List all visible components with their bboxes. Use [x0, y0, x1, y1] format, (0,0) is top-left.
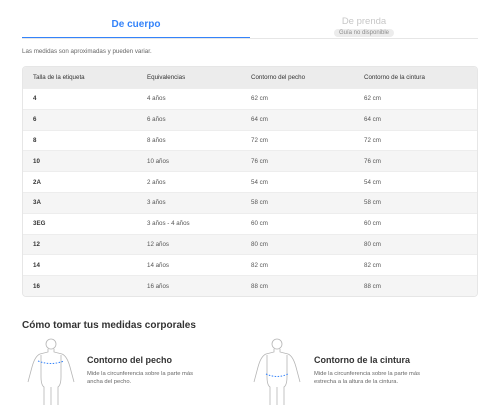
- tab-de-cuerpo[interactable]: De cuerpo: [22, 0, 250, 39]
- size-table: Talla de la etiqueta Equivalencias Conto…: [22, 66, 478, 297]
- table-row: 6 6 años 64 cm 64 cm: [23, 108, 477, 130]
- table-cell: 60 cm: [251, 220, 268, 228]
- table-body: 4 4 años 62 cm 62 cm 6 6 años 64 cm 64 cm 8 8 año…: [23, 88, 477, 296]
- tab-label: De cuerpo: [111, 19, 161, 30]
- table-cell: 3 años - 4 años: [147, 220, 190, 228]
- table-cell: 8 años: [147, 136, 166, 144]
- table-cell: 4: [33, 95, 37, 103]
- table-cell: 76 cm: [251, 157, 268, 165]
- tabs-divider: [22, 38, 478, 39]
- table-row: 2A 2 años 54 cm 54 cm: [23, 171, 477, 192]
- table-cell: 64 cm: [251, 116, 268, 124]
- tab-de-prenda[interactable]: De prenda Guía no disponible: [250, 0, 478, 39]
- tab-label: De prenda: [341, 16, 387, 27]
- table-cell: 2A: [33, 178, 41, 186]
- disclaimer-text: Las medidas son aproximadas y pueden var…: [22, 48, 152, 55]
- table-row: 10 10 años 76 cm 76 cm: [23, 150, 477, 172]
- column-header: Contorno del pecho: [251, 74, 306, 81]
- table-cell: 4 años: [147, 95, 166, 103]
- table-cell: 12 años: [147, 240, 170, 248]
- table-cell: 82 cm: [364, 261, 381, 269]
- table-cell: 8: [33, 136, 37, 144]
- table-cell: 72 cm: [364, 136, 381, 144]
- table-cell: 64 cm: [364, 116, 381, 124]
- waist-measure-icon: [248, 337, 306, 405]
- table-cell: 3 años: [147, 199, 166, 207]
- measure-description: Mide la circunferencia sobre la parte má…: [314, 371, 421, 385]
- table-header: Talla de la etiqueta Equivalencias Conto…: [23, 67, 477, 88]
- table-row: 12 12 años 80 cm 80 cm: [23, 233, 477, 255]
- unavailable-badge: Guía no disponible: [333, 29, 395, 37]
- measure-description: Mide la circunferencia sobre la parte má…: [87, 371, 194, 385]
- table-cell: 58 cm: [251, 199, 268, 207]
- table-cell: 2 años: [147, 178, 166, 186]
- measure-title: Contorno del pecho: [87, 355, 172, 365]
- table-cell: 62 cm: [251, 95, 268, 103]
- table-cell: 58 cm: [364, 199, 381, 207]
- table-row: 8 8 años 72 cm 72 cm: [23, 129, 477, 151]
- table-row: 16 16 años 88 cm 88 cm: [23, 275, 477, 296]
- column-header: Equivalencias: [147, 74, 186, 81]
- table-cell: 14 años: [147, 261, 170, 269]
- table-cell: 6 años: [147, 116, 166, 124]
- table-row: 14 14 años 82 cm 82 cm: [23, 254, 477, 275]
- table-cell: 16 años: [147, 282, 170, 290]
- tabs: De cuerpo De prenda Guía no disponible: [22, 0, 478, 39]
- chest-measure-icon: [22, 337, 80, 405]
- table-row: 3EG 3 años - 4 años 60 cm 60 cm: [23, 212, 477, 234]
- table-cell: 6: [33, 116, 37, 124]
- table-cell: 10: [33, 157, 40, 165]
- table-row: 4 4 años 62 cm 62 cm: [23, 88, 477, 109]
- table-cell: 88 cm: [364, 282, 381, 290]
- table-cell: 80 cm: [364, 240, 381, 248]
- table-cell: 76 cm: [364, 157, 381, 165]
- table-cell: 62 cm: [364, 95, 381, 103]
- section-title: Cómo tomar tus medidas corporales: [22, 320, 196, 331]
- table-cell: 82 cm: [251, 261, 268, 269]
- table-cell: 3EG: [33, 220, 46, 228]
- table-row: 3A 3 años 58 cm 58 cm: [23, 191, 477, 213]
- table-cell: 12: [33, 240, 40, 248]
- measure-title: Contorno de la cintura: [314, 355, 411, 365]
- column-header: Contorno de la cintura: [364, 74, 425, 81]
- table-cell: 88 cm: [251, 282, 268, 290]
- table-cell: 72 cm: [251, 136, 268, 144]
- table-cell: 54 cm: [251, 178, 268, 186]
- column-header: Talla de la etiqueta: [33, 74, 85, 81]
- table-cell: 10 años: [147, 157, 170, 165]
- table-cell: 60 cm: [364, 220, 381, 228]
- table-cell: 16: [33, 282, 40, 290]
- table-cell: 14: [33, 261, 40, 269]
- table-cell: 54 cm: [364, 178, 381, 186]
- table-cell: 80 cm: [251, 240, 268, 248]
- table-cell: 3A: [33, 199, 41, 207]
